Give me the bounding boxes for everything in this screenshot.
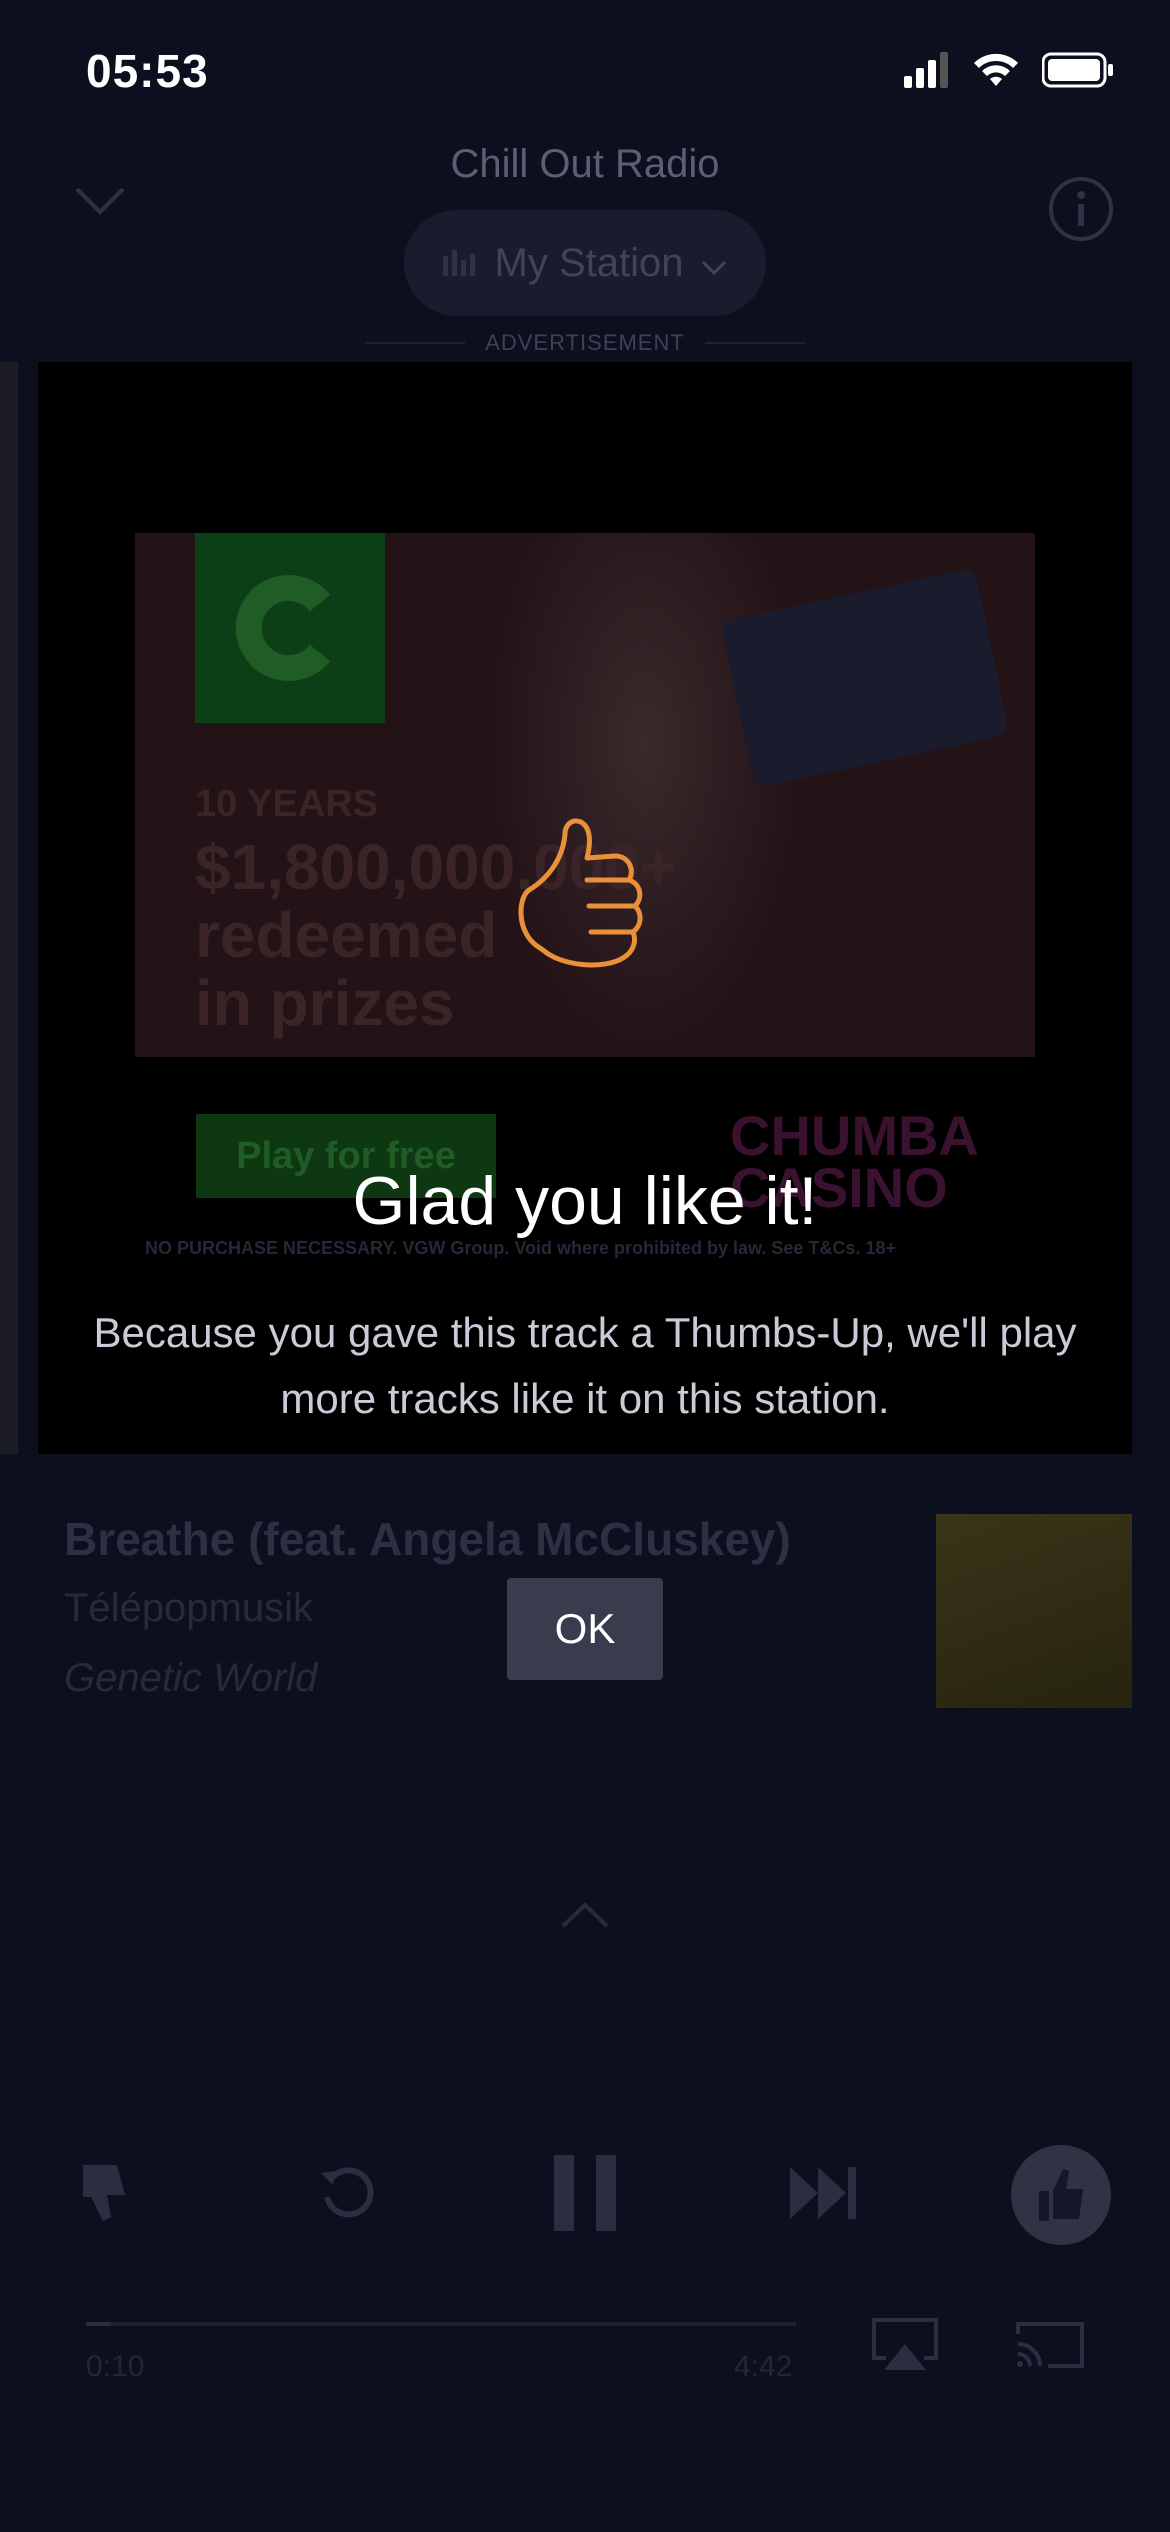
info-icon[interactable] bbox=[1048, 176, 1114, 247]
album-art[interactable] bbox=[936, 1514, 1132, 1708]
thumbs-up-icon bbox=[505, 818, 655, 983]
chevron-up-icon[interactable] bbox=[560, 1900, 610, 1935]
airplay-icon[interactable] bbox=[870, 2318, 940, 2377]
divider bbox=[704, 342, 805, 344]
equalizer-icon bbox=[442, 241, 477, 286]
pause-icon bbox=[550, 2153, 620, 2238]
ad-label-row: ADVERTISEMENT bbox=[365, 330, 805, 356]
ad-label: ADVERTISEMENT bbox=[485, 330, 685, 355]
ok-button[interactable]: OK bbox=[507, 1578, 663, 1680]
divider bbox=[365, 342, 466, 344]
player-controls bbox=[0, 2140, 1170, 2250]
skip-button[interactable] bbox=[768, 2140, 878, 2250]
thumbs-down-icon bbox=[77, 2161, 137, 2230]
modal-title: Glad you like it! bbox=[352, 1163, 818, 1239]
progress-track[interactable] bbox=[86, 2322, 796, 2326]
thumbs-up-button[interactable] bbox=[1006, 2140, 1116, 2250]
status-icons bbox=[904, 52, 1114, 93]
station-title: Chill Out Radio bbox=[450, 142, 720, 186]
chevron-down-icon[interactable] bbox=[74, 186, 126, 221]
thumbs-up-active-badge bbox=[1011, 2145, 1111, 2245]
track-title: Breathe (feat. Angela McCluskey) bbox=[64, 1513, 791, 1565]
replay-button[interactable] bbox=[292, 2140, 402, 2250]
replay-icon bbox=[317, 2163, 377, 2228]
signal-icon bbox=[904, 52, 950, 93]
pause-button[interactable] bbox=[530, 2140, 640, 2250]
track-artist[interactable]: Télépopmusik bbox=[64, 1586, 313, 1631]
ad-fine-print: NO PURCHASE NECESSARY. VGW Group. Void w… bbox=[145, 1238, 896, 1258]
progress-fill bbox=[86, 2322, 111, 2326]
cast-icon[interactable] bbox=[1014, 2320, 1086, 2375]
thumbs-down-button[interactable] bbox=[52, 2140, 162, 2250]
battery-icon bbox=[1041, 52, 1114, 93]
track-album[interactable]: Genetic World bbox=[64, 1656, 317, 1701]
skip-icon bbox=[788, 2165, 858, 2226]
station-mode-label: My Station bbox=[494, 240, 684, 285]
duration-time: 4:42 bbox=[734, 2350, 793, 2383]
status-time: 05:53 bbox=[86, 45, 209, 97]
chevron-down-icon bbox=[701, 241, 727, 286]
station-mode-button[interactable]: My Station bbox=[404, 210, 766, 316]
wifi-icon bbox=[972, 52, 1020, 93]
previous-card-edge bbox=[0, 362, 18, 1454]
ad-brand-line: CHUMBA bbox=[730, 1104, 979, 1167]
ad-logo bbox=[195, 533, 385, 723]
elapsed-time: 0:10 bbox=[86, 2350, 145, 2383]
ad-years: 10 YEARS bbox=[195, 783, 379, 825]
modal-message: Because you gave this track a Thumbs-Up,… bbox=[93, 1309, 1077, 1422]
